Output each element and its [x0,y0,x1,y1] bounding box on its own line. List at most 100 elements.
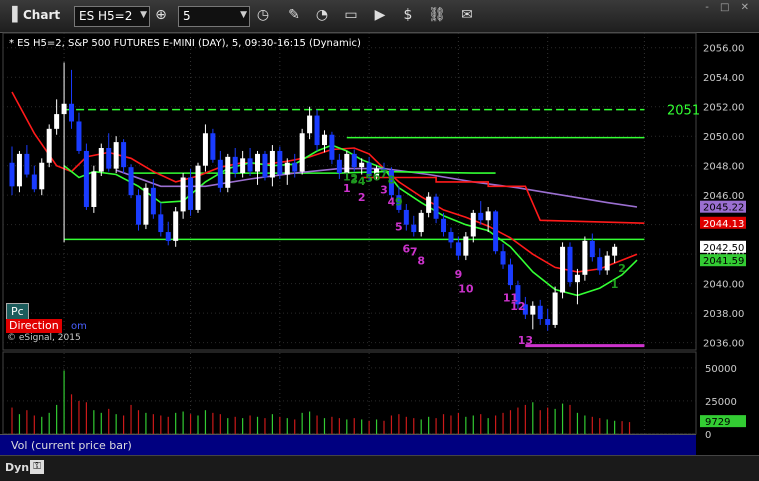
candle-body [351,153,357,168]
volume-last-value: 9729 [705,417,730,428]
lock-icon[interactable]: ⚿ [30,460,44,474]
candle-body [277,150,283,175]
candle-body [574,274,580,283]
candle-body [91,171,97,207]
candle-body [188,177,194,210]
candle-body [173,211,179,241]
candle-body [150,187,156,215]
candle-body [612,246,618,256]
time-axis-bar: Dyn ⚿ [0,455,759,481]
count-label: 9 [455,268,463,281]
price-tick-label: 2038.00 [703,309,744,320]
price-tick-label: 2052.00 [703,103,744,114]
candle-body [284,162,290,175]
candle-body [560,246,566,293]
candle-body [255,153,261,172]
candle-body [54,114,60,129]
candle-body [106,148,112,169]
candle-body [321,134,327,146]
price-label: 2041.59 [703,256,744,267]
count-label: 9 [395,196,403,209]
dyn-label: Dyn [5,461,30,474]
candle-body [441,218,447,233]
candle-body [589,240,595,258]
candle-body [39,162,45,190]
candle-body [403,209,409,225]
candle-body [500,251,506,265]
candle-body [418,212,424,233]
count-label: 2 [358,191,366,204]
candle-body [478,212,484,221]
candle-body [9,162,15,187]
candle-body [232,156,238,174]
direction-tail: om [71,321,87,332]
pc-label[interactable]: Pc [6,303,29,320]
price-label: 2045.22 [703,203,744,214]
candle-body [135,195,141,225]
candle-body [121,142,127,168]
price-tick-label: 2048.00 [703,162,744,173]
candle-body [46,128,52,163]
candle-body [240,158,246,174]
candle-body [359,162,365,168]
volume-label: Vol (current price bar) [11,439,132,452]
count-label: 5 [395,221,403,234]
candle-body [411,224,417,233]
candle-body [426,196,432,213]
price-chart[interactable]: 2051 123456 789101112131 23 4 5 6 7 8921 2036.0… [0,0,759,480]
volume-tick-label: 50000 [705,364,737,375]
candle-body [552,292,558,325]
candle-body [493,211,499,252]
price-label: 2042.50 [703,243,744,254]
candle-body [247,158,253,172]
count-label: 1 [611,278,619,291]
candle-body [455,242,461,256]
candle-body [336,159,342,174]
candle-body [485,211,491,221]
candle-body [530,305,536,315]
candle-body [225,156,231,188]
candle-body [292,162,298,172]
volume-tick-label: 0 [705,430,711,441]
volume-tick-label: 25000 [705,397,737,408]
price-tick-label: 2036.00 [703,339,744,350]
price-tick-label: 2050.00 [703,132,744,143]
candle-body [307,115,313,134]
candle-body [545,319,551,325]
candle-body [202,133,208,166]
candle-body [143,187,149,225]
candle-body [76,121,82,151]
level-label: 2051 [667,104,700,119]
candle-body [507,264,513,286]
candle-body [69,103,75,122]
study-legend: * ES H5=2, S&P 500 FUTURES E-MINI (DAY),… [9,38,361,49]
candle-body [470,212,476,237]
candle-body [61,103,67,115]
count-label: 13 [518,334,533,347]
candle-body [463,236,469,256]
candle-body [448,232,454,243]
candle-body [195,165,201,210]
count-label: 12 [510,300,525,313]
candle-body [314,115,320,146]
price-tick-label: 2054.00 [703,73,744,84]
volume-study-bar[interactable]: Vol (current price bar) [0,434,696,456]
candle-body [262,153,268,178]
candle-body [16,153,22,187]
candle-body [31,174,37,190]
candle-body [567,246,573,283]
candle-body [217,159,223,188]
price-label: 2044.13 [703,219,744,230]
count-label: 8 [388,173,396,186]
candle-body [24,153,30,175]
price-tick-label: 2040.00 [703,280,744,291]
candle-body [537,305,543,320]
direction-label[interactable]: Direction [6,319,62,333]
candle-body [83,150,89,207]
candle-body [113,142,119,169]
price-tick-label: 2046.00 [703,191,744,202]
candle-body [269,150,275,178]
watermark: © eSignal, 2015 [7,333,81,343]
candle-body [582,240,588,275]
count-label: 10 [458,282,474,295]
